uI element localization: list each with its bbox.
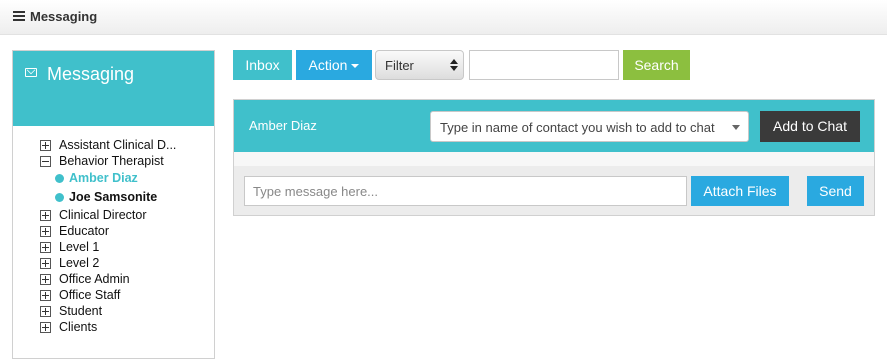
contact-label: Joe Samsonite	[69, 190, 158, 204]
caret-down-icon	[732, 125, 740, 130]
chat-messages-area	[234, 152, 874, 166]
plus-box-icon[interactable]	[40, 258, 51, 269]
tree-group-label: Assistant Clinical D...	[59, 138, 177, 152]
contact-amber-diaz[interactable]: Amber Diaz	[40, 169, 214, 188]
tree-group-office-staff[interactable]: Office Staff	[40, 287, 214, 303]
tree-group-assistant-clinical-director[interactable]: Assistant Clinical D...	[40, 137, 214, 153]
tree-group-behavior-therapist[interactable]: Behavior Therapist	[40, 153, 214, 169]
send-button[interactable]: Send	[807, 176, 864, 206]
sidebar-title: Messaging	[47, 64, 135, 84]
tree-group-clients[interactable]: Clients	[40, 319, 214, 335]
status-dot-icon	[55, 174, 64, 183]
plus-box-icon[interactable]	[40, 274, 51, 285]
tree-group-label: Student	[59, 304, 103, 318]
action-label: Action	[308, 57, 348, 73]
attach-files-button[interactable]: Attach Files	[691, 176, 789, 206]
contact-joe-samsonite[interactable]: Joe Samsonite	[40, 188, 214, 207]
contact-label: Amber Diaz	[69, 171, 138, 185]
tree-group-level-1[interactable]: Level 1	[40, 239, 214, 255]
plus-box-icon[interactable]	[40, 210, 51, 221]
tree-group-label: Behavior Therapist	[59, 154, 164, 168]
tree-group-level-2[interactable]: Level 2	[40, 255, 214, 271]
tree-group-office-admin[interactable]: Office Admin	[40, 271, 214, 287]
tree-group-label: Office Staff	[59, 288, 121, 302]
plus-box-icon[interactable]	[40, 226, 51, 237]
tree-group-label: Level 2	[59, 256, 100, 270]
tree-group-label: Clients	[59, 320, 98, 334]
message-input[interactable]: Type message here...	[244, 176, 687, 206]
add-contact-select[interactable]: Type in name of contact you wish to add …	[430, 111, 749, 142]
action-dropdown-button[interactable]: Action	[296, 50, 372, 80]
search-button[interactable]: Search	[623, 50, 690, 80]
search-input[interactable]	[469, 50, 619, 80]
top-bar: Messaging	[0, 0, 887, 35]
plus-box-icon[interactable]	[40, 140, 51, 151]
chat-contact-name: Amber Diaz	[249, 118, 317, 133]
page-title: Messaging	[30, 9, 98, 24]
sidebar: Messaging Assistant Clinical D... Behavi…	[12, 50, 215, 359]
filter-select[interactable]: Filter	[375, 50, 464, 80]
menu-icon[interactable]	[13, 11, 25, 21]
chat-header: Amber Diaz Type in name of contact you w…	[234, 100, 874, 152]
caret-down-icon	[351, 64, 360, 69]
tree-group-label: Office Admin	[59, 272, 130, 286]
tree-group-educator[interactable]: Educator	[40, 223, 214, 239]
inbox-button[interactable]: Inbox	[233, 50, 292, 80]
minus-box-icon[interactable]	[40, 156, 51, 167]
add-contact-placeholder: Type in name of contact you wish to add …	[440, 120, 715, 135]
tree-group-label: Level 1	[59, 240, 100, 254]
tree-group-label: Clinical Director	[59, 208, 147, 222]
select-arrows-icon	[450, 58, 458, 72]
tree-group-label: Educator	[59, 224, 110, 238]
sidebar-header: Messaging	[13, 51, 214, 126]
chat-panel: Amber Diaz Type in name of contact you w…	[233, 99, 875, 216]
plus-box-icon[interactable]	[40, 290, 51, 301]
contact-tree: Assistant Clinical D... Behavior Therapi…	[40, 137, 214, 335]
tree-group-clinical-director[interactable]: Clinical Director	[40, 207, 214, 223]
message-placeholder: Type message here...	[253, 184, 379, 199]
plus-box-icon[interactable]	[40, 242, 51, 253]
add-to-chat-button[interactable]: Add to Chat	[760, 111, 860, 142]
plus-box-icon[interactable]	[40, 322, 51, 333]
envelope-icon	[25, 68, 37, 77]
plus-box-icon[interactable]	[40, 306, 51, 317]
status-dot-icon	[55, 193, 64, 202]
filter-value: Filter	[385, 58, 414, 73]
tree-group-student[interactable]: Student	[40, 303, 214, 319]
